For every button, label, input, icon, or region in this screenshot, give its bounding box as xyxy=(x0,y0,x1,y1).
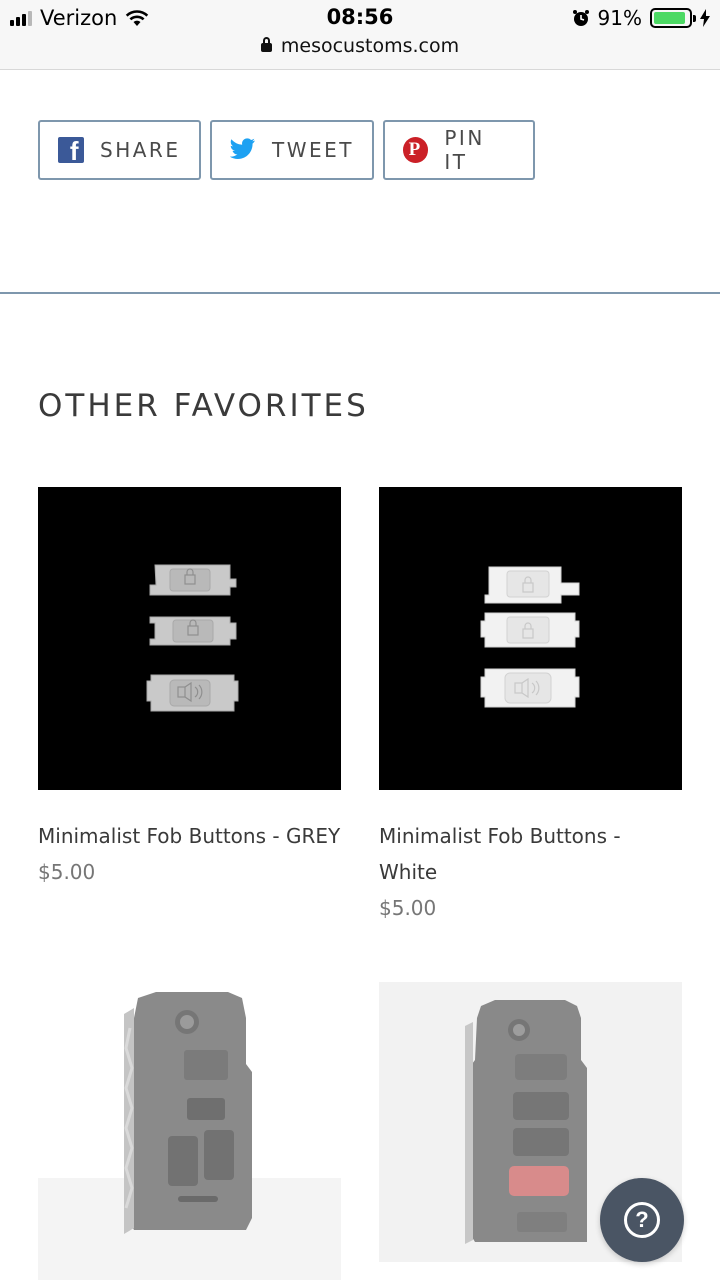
charging-icon xyxy=(700,9,710,27)
facebook-share-label: SHARE xyxy=(100,138,181,162)
battery-percent: 91% xyxy=(597,6,642,30)
lock-icon xyxy=(260,37,272,52)
battery-icon xyxy=(650,8,696,28)
address-bar[interactable]: mesocustoms.com xyxy=(0,35,720,57)
section-divider xyxy=(0,292,720,294)
twitter-share-label: TWEET xyxy=(272,138,354,162)
pinterest-share-button[interactable]: P PIN IT xyxy=(383,120,535,180)
product-card[interactable]: Minimalist Fob Buttons - GREY $5.00 xyxy=(38,487,341,890)
product-price: $5.00 xyxy=(379,896,437,920)
help-button[interactable]: ? xyxy=(600,1178,684,1262)
status-right: 91% xyxy=(572,6,710,30)
url-text: mesocustoms.com xyxy=(280,35,460,57)
share-buttons: f SHARE TWEET P PIN IT xyxy=(38,120,535,180)
fob-buttons-grey-image xyxy=(146,564,239,712)
product-image[interactable] xyxy=(38,978,341,1280)
fob-buttons-white-image xyxy=(480,566,580,708)
product-image[interactable] xyxy=(379,487,682,790)
alarm-icon xyxy=(572,10,589,26)
pinterest-share-label: PIN IT xyxy=(444,126,485,174)
product-card[interactable]: Minimalist Fob Buttons - White $5.00 xyxy=(379,487,682,926)
section-title: OTHER FAVORITES xyxy=(38,388,369,424)
facebook-icon: f xyxy=(58,136,84,166)
facebook-share-button[interactable]: f SHARE xyxy=(38,120,201,180)
fob-case-grey-image xyxy=(38,992,341,1280)
pinterest-icon: P xyxy=(403,137,429,163)
product-image[interactable] xyxy=(38,487,341,790)
product-name[interactable]: Minimalist Fob Buttons - White xyxy=(379,818,682,890)
status-bar: Verizon 08:56 91% mesocustoms.com xyxy=(0,0,720,70)
twitter-icon xyxy=(230,138,255,159)
product-card[interactable] xyxy=(38,978,341,1280)
product-name[interactable]: Minimalist Fob Buttons - GREY xyxy=(38,818,341,854)
twitter-share-button[interactable]: TWEET xyxy=(210,120,374,180)
battery-fill xyxy=(654,12,685,24)
question-icon: ? xyxy=(624,1202,660,1238)
product-price: $5.00 xyxy=(38,860,96,884)
